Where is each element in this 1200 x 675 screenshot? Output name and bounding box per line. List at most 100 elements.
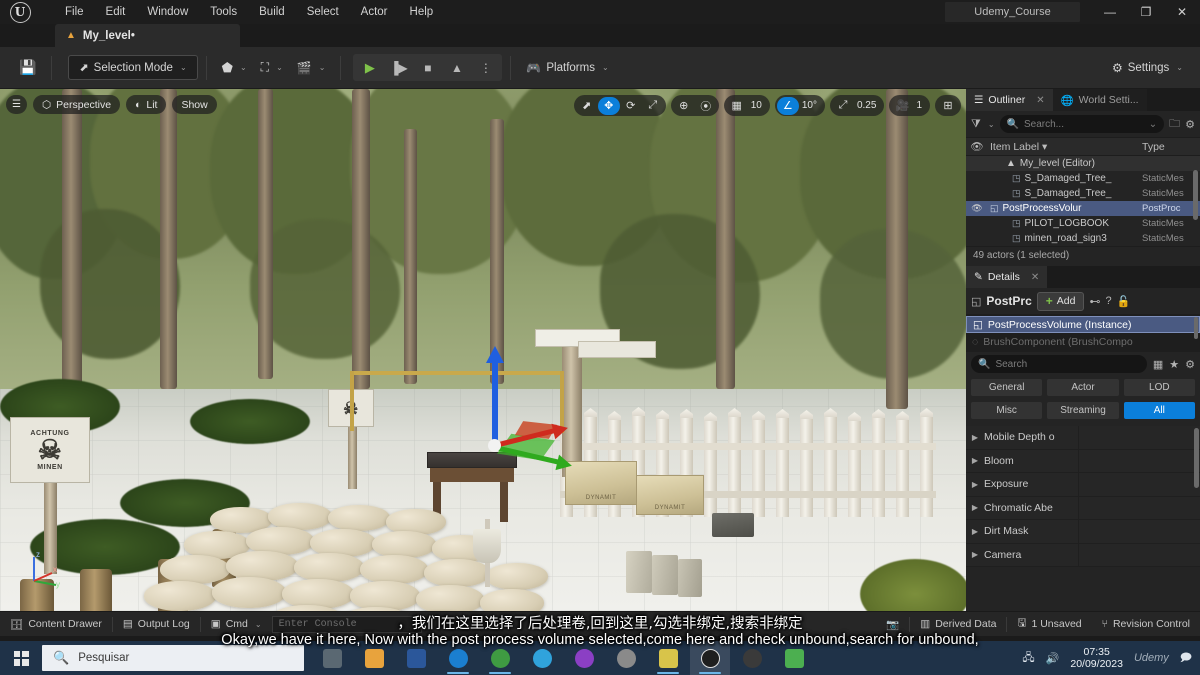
component-scrollbar[interactable] xyxy=(1194,317,1198,339)
eye-icon-visible[interactable]: 👁 xyxy=(966,203,988,214)
unreal-logo[interactable]: U xyxy=(0,0,40,24)
app-gray-icon[interactable] xyxy=(606,641,646,675)
taskbar-search-input[interactable]: 🔍 Pesquisar xyxy=(42,645,304,671)
sort-arrow-icon[interactable]: ▾ xyxy=(1042,141,1047,153)
network-icon[interactable]: 🖧 xyxy=(1022,649,1034,668)
world-coordinate-icon[interactable]: ⊕ xyxy=(673,97,695,115)
screenshot-button[interactable]: 📷 xyxy=(876,612,909,637)
app-purple-icon[interactable] xyxy=(564,641,604,675)
item-label-column[interactable]: Item Label xyxy=(990,141,1039,153)
tab-world-settings[interactable]: 🌐 World Setti... xyxy=(1052,89,1147,111)
show-dropdown[interactable]: Show xyxy=(172,95,217,114)
tab-my-level[interactable]: ▲ My_level• xyxy=(55,24,240,47)
close-button[interactable]: ✕ xyxy=(1164,0,1200,24)
blueprints-button[interactable]: ⛶ ⌄ xyxy=(254,55,290,81)
tab-details[interactable]: ✎ Details ✕ xyxy=(966,266,1048,288)
chevron-right-icon[interactable]: ▶ xyxy=(966,456,984,465)
component-postprocessvolume[interactable]: ◱ PostProcessVolume (Instance) xyxy=(966,316,1200,333)
volume-icon[interactable]: 🔊 xyxy=(1046,652,1060,665)
select-tool-icon[interactable]: ⬈ xyxy=(576,97,598,115)
gizmo-center-handle[interactable] xyxy=(488,439,501,452)
viewport-menu-icon[interactable]: ☰ xyxy=(6,95,27,114)
filter-all[interactable]: All xyxy=(1123,402,1195,419)
outliner-row-road-sign[interactable]: ◳ minen_road_sign3 StaticMes xyxy=(966,231,1200,246)
chevron-right-icon[interactable]: ▶ xyxy=(966,503,984,512)
app-dark-icon[interactable] xyxy=(732,641,772,675)
notifications-icon[interactable]: 🗩 xyxy=(1180,649,1192,668)
close-icon[interactable]: ✕ xyxy=(1036,95,1044,106)
menu-select[interactable]: Select xyxy=(296,2,350,22)
gizmo-z-axis[interactable] xyxy=(486,346,504,445)
camera-speed-value[interactable]: 1 xyxy=(913,100,928,111)
scale-tool-icon[interactable]: ⤢ xyxy=(642,97,664,115)
chevron-right-icon[interactable]: ▶ xyxy=(966,550,984,559)
console-command-input[interactable]: Enter Console xyxy=(271,615,422,633)
filter-general[interactable]: General xyxy=(971,379,1043,396)
add-component-button[interactable]: + Add xyxy=(1036,291,1085,311)
perspective-dropdown[interactable]: ⬡ Perspective xyxy=(33,95,121,114)
grid-snap-value[interactable]: 10 xyxy=(748,100,768,111)
type-column[interactable]: Type xyxy=(1142,141,1200,153)
property-row-camera[interactable]: ▶ Camera xyxy=(966,543,1200,567)
outliner-row-postprocessvolume[interactable]: 👁 ◱ PostProcessVolur PostProc xyxy=(966,201,1200,216)
explorer-icon[interactable] xyxy=(354,641,394,675)
angle-snap-icon[interactable]: ∠ xyxy=(776,96,799,115)
camera-speed-icon[interactable]: 🎥 xyxy=(891,97,913,115)
save-button[interactable]: 💾 xyxy=(12,55,43,81)
menu-file[interactable]: File xyxy=(54,2,95,22)
cmd-button[interactable]: ▣ Cmd ⌄ xyxy=(201,612,272,637)
skip-button[interactable]: ▐▶ xyxy=(384,55,413,80)
play-button[interactable]: ▶ xyxy=(355,55,384,80)
lock-icon[interactable]: 🔓 xyxy=(1117,295,1131,308)
outliner-row-tree-2[interactable]: ◳ S_Damaged_Tree_ StaticMes xyxy=(966,186,1200,201)
filter-chevron-icon[interactable]: ⌄ xyxy=(988,120,995,129)
derived-data-button[interactable]: ▥ Derived Data xyxy=(910,612,1006,637)
property-row-bloom[interactable]: ▶ Bloom xyxy=(966,449,1200,473)
word-icon[interactable] xyxy=(396,641,436,675)
outliner-search-input[interactable]: 🔍 Search... ⌄ xyxy=(999,115,1165,133)
chevron-right-icon[interactable]: ▶ xyxy=(966,433,984,442)
blueprint-icon[interactable]: ⊷ xyxy=(1089,295,1100,308)
property-row-chromatic[interactable]: ▶ Chromatic Abe xyxy=(966,496,1200,520)
app-green-icon[interactable] xyxy=(774,641,814,675)
cinematics-button[interactable]: 🎬 ⌄ xyxy=(290,55,333,81)
property-row-mobile-depth[interactable]: ▶ Mobile Depth o xyxy=(966,426,1200,450)
photos-icon[interactable] xyxy=(648,641,688,675)
menu-edit[interactable]: Edit xyxy=(95,2,137,22)
filter-lod[interactable]: LOD xyxy=(1123,379,1195,396)
outliner-row-tree-1[interactable]: ◳ S_Damaged_Tree_ StaticMes xyxy=(966,171,1200,186)
telegram-icon[interactable] xyxy=(522,641,562,675)
filter-misc[interactable]: Misc xyxy=(971,402,1043,419)
menu-help[interactable]: Help xyxy=(399,2,445,22)
gear-icon[interactable]: ⚙ xyxy=(1185,358,1195,371)
minimize-button[interactable]: — xyxy=(1092,0,1128,24)
outliner-row-logbook[interactable]: ◳ PILOT_LOGBOOK StaticMes xyxy=(966,216,1200,231)
settings-button[interactable]: ⚙ Settings ⌄ xyxy=(1105,55,1190,81)
property-row-exposure[interactable]: ▶ Exposure xyxy=(966,473,1200,497)
output-log-button[interactable]: ▤ Output Log xyxy=(113,612,200,637)
rotate-tool-icon[interactable]: ⟳ xyxy=(620,97,642,115)
grid-view-icon[interactable]: ▦ xyxy=(1153,358,1163,371)
selection-mode-button[interactable]: ⬈ Selection Mode ⌄ xyxy=(68,55,198,80)
star-icon[interactable]: ★ xyxy=(1169,358,1179,371)
maximize-button[interactable]: ❐ xyxy=(1128,0,1164,24)
windows-start-icon[interactable] xyxy=(0,641,42,675)
level-viewport[interactable]: ACHTUNG ☠ MINEN ☠ xyxy=(0,89,966,611)
chevron-down-icon[interactable]: ⌄ xyxy=(255,620,262,629)
platforms-button[interactable]: 🎮 Platforms ⌄ xyxy=(519,55,615,81)
filter-actor[interactable]: Actor xyxy=(1047,379,1119,396)
chrome-icon[interactable] xyxy=(480,641,520,675)
new-folder-icon[interactable]: 🗀 xyxy=(1169,115,1180,134)
unsaved-button[interactable]: 🖫 1 Unsaved xyxy=(1007,612,1091,637)
taskbar-clock[interactable]: 07:35 20/09/2023 xyxy=(1070,646,1123,671)
property-row-dirt-mask[interactable]: ▶ Dirt Mask xyxy=(966,520,1200,544)
task-view-icon[interactable] xyxy=(312,641,352,675)
close-icon[interactable]: ✕ xyxy=(1031,272,1039,283)
menu-actor[interactable]: Actor xyxy=(350,2,399,22)
eye-icon[interactable]: 👁 xyxy=(966,140,988,153)
stop-button[interactable]: ■ xyxy=(413,55,442,80)
add-actor-button[interactable]: ⬟ ⌄ xyxy=(215,55,254,81)
outliner-scrollbar[interactable] xyxy=(1193,170,1198,220)
edge-icon[interactable] xyxy=(438,641,478,675)
menu-build[interactable]: Build xyxy=(248,2,296,22)
